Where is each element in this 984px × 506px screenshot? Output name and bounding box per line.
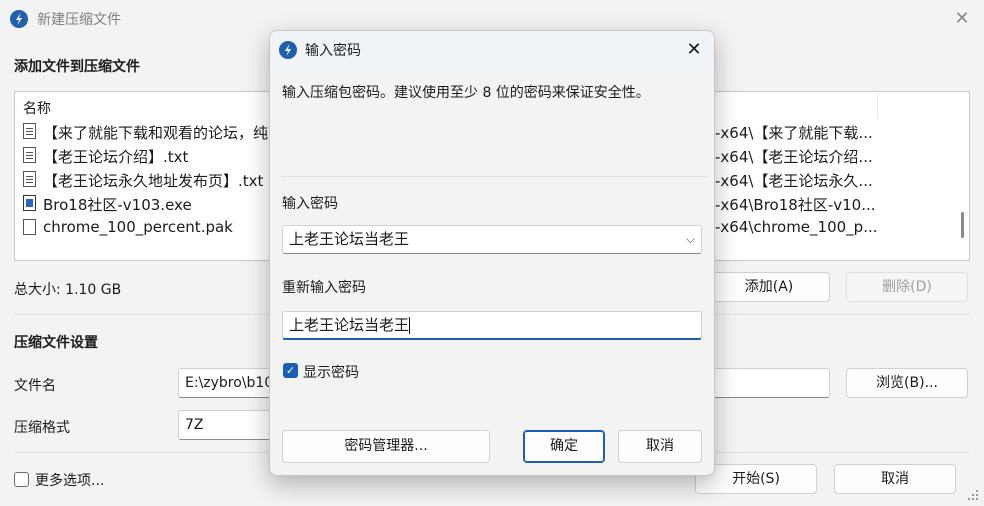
password-value: 上老王论坛当老王 bbox=[289, 230, 410, 248]
show-password-checkbox[interactable]: ✓ bbox=[283, 363, 298, 378]
format-label: 压缩格式 bbox=[14, 420, 70, 436]
password-manager-button[interactable]: 密码管理器... bbox=[282, 430, 490, 463]
main-close-icon[interactable]: ✕ bbox=[950, 8, 974, 30]
file-list-scrollbar[interactable] bbox=[955, 92, 969, 260]
text-file-icon bbox=[23, 123, 36, 139]
resize-grip-icon[interactable] bbox=[966, 488, 980, 502]
file-path: -x64\【老王论坛介绍... bbox=[715, 148, 873, 166]
password-dialog: 输入密码 ✕ 输入压缩包密码。建议使用至少 8 位的密码来保证安全性。 输入密码… bbox=[269, 30, 715, 476]
column-separator bbox=[877, 94, 878, 118]
file-name: 【老王论坛永久地址发布页】.txt bbox=[43, 172, 264, 190]
password-combobox[interactable]: 上老王论坛当老王 ⌵ bbox=[282, 225, 702, 254]
file-name: chrome_100_percent.pak bbox=[43, 218, 233, 236]
text-file-icon bbox=[23, 147, 36, 163]
file-path: -x64\Bro18社区-v10... bbox=[715, 196, 876, 214]
scrollbar-thumb[interactable] bbox=[961, 212, 964, 238]
dialog-cancel-button[interactable]: 取消 bbox=[618, 430, 702, 463]
password-label: 输入密码 bbox=[282, 196, 338, 212]
settings-heading: 压缩文件设置 bbox=[14, 335, 98, 351]
file-path: -x64\chrome_100_p... bbox=[715, 218, 878, 236]
dialog-close-icon[interactable]: ✕ bbox=[682, 39, 706, 61]
text-caret bbox=[409, 317, 411, 334]
app-logo-icon bbox=[279, 41, 297, 59]
dialog-title-bar: 输入密码 ✕ bbox=[270, 31, 714, 69]
main-window-title: 新建压缩文件 bbox=[37, 12, 121, 28]
reenter-password-value: 上老王论坛当老王 bbox=[289, 316, 410, 334]
show-password-label[interactable]: 显示密码 bbox=[303, 362, 359, 382]
chevron-down-icon[interactable]: ⌵ bbox=[686, 226, 695, 253]
delete-button[interactable]: 删除(D) bbox=[846, 272, 968, 302]
file-path: -x64\【老王论坛永久... bbox=[715, 172, 873, 190]
total-size-label: 总大小: 1.10 GB bbox=[14, 282, 122, 298]
file-path: -x64\【来了就能下载... bbox=[715, 124, 873, 142]
text-file-icon bbox=[23, 171, 36, 187]
file-name: 【老王论坛介绍】.txt bbox=[43, 148, 189, 166]
app-logo-icon bbox=[10, 10, 28, 28]
divider bbox=[282, 176, 708, 177]
file-name: Bro18社区-v103.exe bbox=[43, 196, 192, 214]
dialog-description: 输入压缩包密码。建议使用至少 8 位的密码来保证安全性。 bbox=[282, 85, 650, 101]
filename-label: 文件名 bbox=[14, 378, 56, 394]
column-header-name[interactable]: 名称 bbox=[23, 98, 51, 118]
file-name: 【来了就能下载和观看的论坛，纯 bbox=[43, 124, 269, 142]
reenter-password-input[interactable]: 上老王论坛当老王 bbox=[282, 311, 702, 340]
more-options-checkbox[interactable] bbox=[14, 472, 29, 487]
reenter-password-label: 重新输入密码 bbox=[282, 280, 366, 296]
add-files-heading: 添加文件到压缩文件 bbox=[14, 59, 140, 75]
more-options-label[interactable]: 更多选项... bbox=[35, 470, 104, 490]
exe-file-icon bbox=[23, 195, 36, 211]
ok-button[interactable]: 确定 bbox=[523, 430, 605, 463]
add-button[interactable]: 添加(A) bbox=[708, 272, 830, 302]
main-cancel-button[interactable]: 取消 bbox=[834, 464, 956, 494]
browse-button[interactable]: 浏览(B)... bbox=[846, 368, 968, 398]
blank-file-icon bbox=[23, 219, 36, 235]
dialog-title: 输入密码 bbox=[305, 43, 361, 59]
